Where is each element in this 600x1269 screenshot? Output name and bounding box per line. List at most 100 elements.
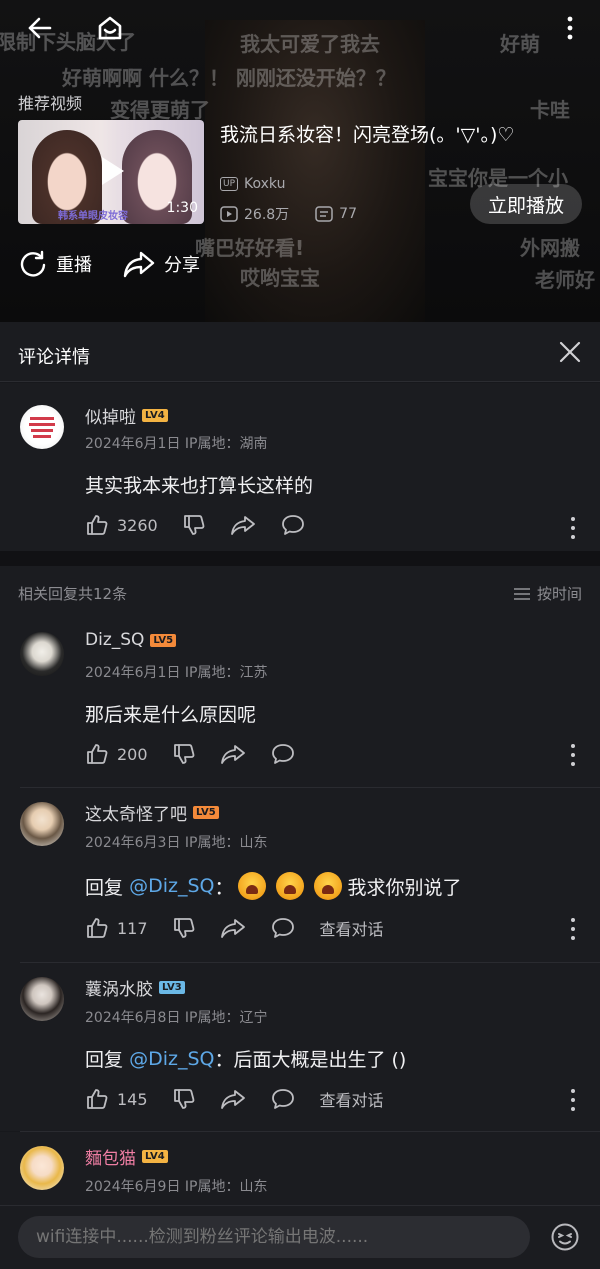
like-count: 3260 [117, 515, 158, 535]
comment-text: 其实我本来也打算长这样的 [85, 475, 314, 497]
comment-detail-header: 评论详情 [0, 322, 600, 382]
share-icon [123, 251, 155, 278]
danmaku-comment: 老师好 [535, 268, 595, 292]
emoji-button[interactable] [550, 1222, 580, 1252]
like-button[interactable]: 145 [85, 1087, 148, 1111]
comment-more-button[interactable] [570, 918, 576, 940]
view-conversation-link[interactable]: 查看对话 [320, 916, 384, 940]
danmaku-comment: 卡哇 [530, 98, 570, 122]
emoji-face-icon [551, 1223, 579, 1251]
home-icon [98, 16, 122, 40]
reply-button[interactable] [270, 1087, 296, 1111]
like-count: 145 [117, 1089, 148, 1109]
like-button[interactable]: 3260 [85, 513, 158, 537]
username-text: 麵包猫 [85, 1149, 136, 1169]
thumbs-up-icon [87, 918, 108, 938]
level-badge: LV4 [142, 409, 168, 422]
colon: ： [214, 876, 234, 899]
comment-text: 回复 @Diz_SQ ： 后面大概是出生了 () [85, 1045, 406, 1072]
username[interactable]: 似掉啦 LV4 [85, 403, 168, 428]
close-icon [559, 341, 581, 363]
arrow-left-icon [28, 17, 52, 39]
back-button[interactable] [20, 10, 60, 46]
like-count: 117 [117, 918, 148, 938]
comment-more-button[interactable] [570, 1089, 576, 1111]
replay-label: 重播 [56, 255, 92, 276]
share-comment-button[interactable] [230, 513, 256, 537]
reply-button[interactable] [270, 742, 296, 766]
view-conversation-link[interactable]: 查看对话 [320, 1087, 384, 1111]
comment-ip: IP属地：山东 [184, 835, 268, 851]
comment-actions: 200 [85, 742, 320, 766]
comment-meta: 2024年6月1日 IP属地：湖南 [85, 433, 267, 453]
reply-prefix: 回复 [85, 1049, 124, 1071]
danmaku-comment: 嘴巴好好看! [195, 236, 305, 260]
like-button[interactable]: 117 [85, 916, 148, 940]
danmaku-comment: 我太可爱了我去 [240, 32, 380, 56]
danmaku-count: 77 [339, 206, 357, 222]
close-button[interactable] [556, 338, 584, 366]
replay-button[interactable]: 重播 [18, 249, 92, 279]
view-count: 26.8万 [244, 207, 290, 223]
reply-prefix: 回复 [85, 876, 124, 899]
share-button[interactable]: 分享 [122, 249, 200, 279]
username[interactable]: Diz_SQ LV5 [85, 630, 177, 650]
avatar[interactable] [20, 977, 64, 1021]
video-player[interactable]: 限制下头脑大了 我太可爱了我去 好萌 好萌啊啊 什么？！ 刚刚还没开始？？ 变得… [0, 0, 600, 322]
reply-text: 后面大概是出生了 () [233, 1049, 407, 1071]
username-text: 蘘涡水胶 [85, 980, 153, 1000]
play-icon [102, 157, 124, 185]
more-options-button[interactable] [550, 10, 590, 46]
level-badge: LV5 [150, 633, 177, 647]
thumbs-down-icon [173, 918, 194, 938]
dislike-button[interactable] [172, 742, 196, 766]
reply-item: 麵包猫 LV4 2024年6月9日 IP属地：山东 [0, 1132, 600, 1205]
share-label: 分享 [164, 255, 200, 276]
share-comment-button[interactable] [220, 916, 246, 940]
share-icon [220, 745, 245, 764]
sort-by-time-button[interactable]: 按时间 [513, 583, 582, 604]
uploader-row[interactable]: UP Koxku [220, 176, 285, 192]
avatar[interactable] [20, 1146, 64, 1190]
username[interactable]: 蘘涡水胶 LV3 [85, 975, 185, 1000]
comment-meta: 2024年6月8日 IP属地：辽宁 [85, 1007, 267, 1027]
mention-link[interactable]: @Diz_SQ [129, 875, 214, 897]
avatar-image [29, 417, 55, 438]
like-button[interactable]: 200 [85, 742, 148, 766]
username[interactable]: 这太奇怪了吧 LV5 [85, 800, 219, 825]
comment-actions: 117 查看对话 [85, 916, 384, 940]
recommended-video-title[interactable]: 我流日系妆容！闪亮登场(。'▽'。)♡ [220, 122, 590, 148]
reply-item: 蘘涡水胶 LV3 2024年6月8日 IP属地：辽宁 回复 @Diz_SQ ： … [0, 963, 600, 1131]
share-comment-button[interactable] [220, 1087, 246, 1111]
reply-button[interactable] [270, 916, 296, 940]
comment-input-bar [0, 1205, 600, 1269]
colon: ： [214, 1049, 234, 1071]
avatar[interactable] [20, 405, 64, 449]
avatar[interactable] [20, 632, 64, 676]
comment-text: 那后来是什么原因呢 [85, 704, 257, 726]
home-button[interactable] [90, 10, 130, 46]
comment-input[interactable] [18, 1216, 530, 1258]
mention-link[interactable]: @Diz_SQ [129, 1048, 214, 1070]
play-now-button[interactable]: 立即播放 [470, 184, 582, 224]
danmaku-count-icon [315, 206, 333, 222]
comment-more-button[interactable] [570, 744, 576, 766]
comment-more-button[interactable] [570, 517, 576, 539]
danmaku-comment: 变得更萌了 [110, 98, 210, 122]
danmaku-comment: 好萌啊啊 什么？！ 刚刚还没开始？？ [62, 66, 396, 90]
username[interactable]: 麵包猫 LV4 [85, 1144, 168, 1169]
replay-icon [20, 250, 46, 277]
recommended-video-thumbnail[interactable]: 韩系单眼皮妆容 1:30 [18, 120, 204, 224]
danmaku-comment: 外网搬 [520, 236, 580, 260]
reply-button[interactable] [280, 513, 306, 537]
username-text: Diz_SQ [85, 630, 145, 650]
dislike-button[interactable] [182, 513, 206, 537]
dislike-button[interactable] [172, 916, 196, 940]
share-icon [220, 919, 245, 938]
avatar[interactable] [20, 802, 64, 846]
dislike-button[interactable] [172, 1087, 196, 1111]
share-comment-button[interactable] [220, 742, 246, 766]
thumbs-up-icon [87, 1089, 108, 1109]
video-stats: 26.8万 77 [220, 204, 357, 224]
main-comment: 似掉啦 LV4 2024年6月1日 IP属地：湖南 其实我本来也打算长这样的 3… [0, 383, 600, 551]
